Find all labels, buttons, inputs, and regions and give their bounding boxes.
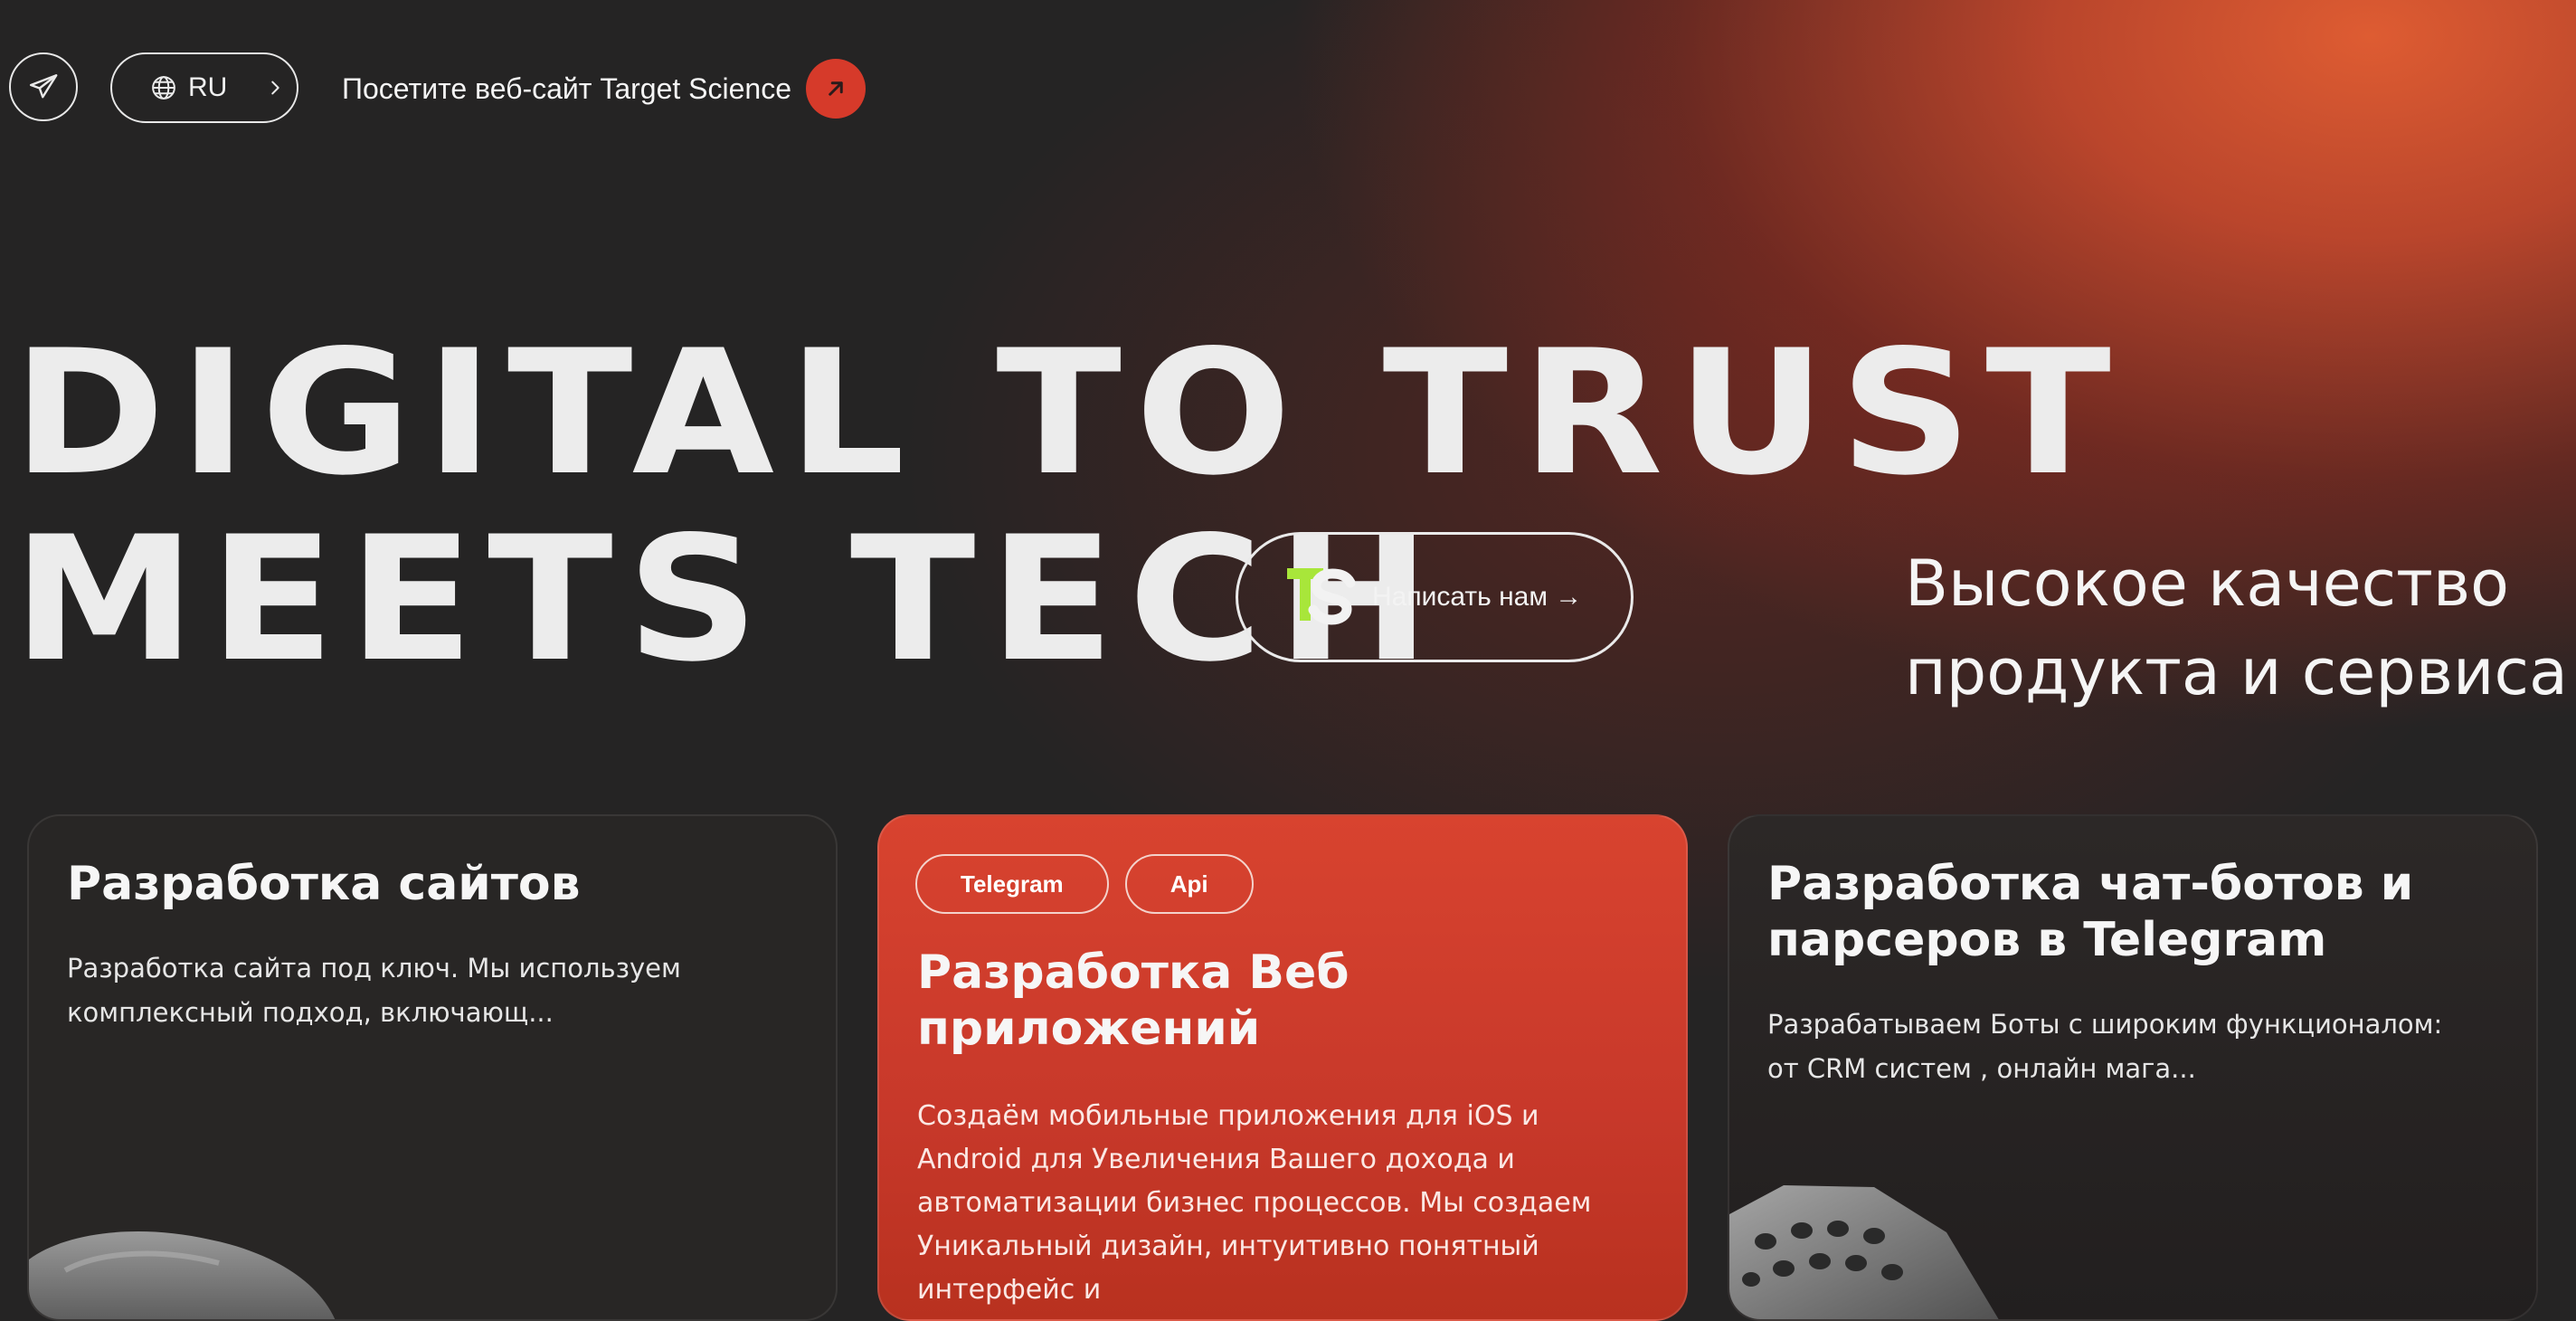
telegram-button[interactable] [9,52,78,121]
hero-headline-line-2: MEETS TECH [13,499,1444,699]
contact-button-label: Написать нам → [1372,582,1583,612]
visit-target-science-link[interactable]: Посетите веб-сайт Target Science [342,58,866,119]
tagline-line-1: Высокое качество [1905,546,2509,621]
arrow-up-right-icon[interactable] [806,59,866,119]
card-description: Разрабатываем Боты с широким функционало… [1767,1009,2443,1084]
service-card-web-apps[interactable]: Telegram Api Разработка Веб приложений С… [877,814,1688,1321]
card-title: Разработка чат-ботов и парсеров в Telegr… [1767,857,2414,967]
language-code: RU [188,72,228,102]
tag-api[interactable]: Api [1124,854,1254,914]
card-description: Создаём мобильные приложения для iOS и A… [917,1100,1592,1306]
hero-tagline: Высокое качество продукта и сервиса [1905,539,2568,717]
card-title: Разработка Веб приложений [917,946,1350,1056]
3d-decorative-shape [1729,1185,1999,1319]
globe-icon [152,76,175,100]
card-title: Разработка сайтов [67,857,581,911]
hero-headline-line-1: DIGITAL TO TRUST [13,313,2125,513]
card-description: Разработка сайта под ключ. Мы используем… [67,953,681,1028]
card-tags: Telegram Api [915,854,1254,914]
language-selector[interactable]: RU [110,52,298,123]
service-card-websites[interactable]: Разработка сайтов Разработка сайта под к… [27,814,838,1321]
ts-logo-icon [1287,563,1359,632]
service-card-telegram-bots[interactable]: Разработка чат-ботов и парсеров в Telegr… [1728,814,2538,1321]
chevron-right-icon [265,78,285,98]
telegram-plane-icon [30,74,58,99]
visit-link-label: Посетите веб-сайт Target Science [342,71,791,105]
tag-telegram[interactable]: Telegram [915,854,1109,914]
tagline-line-2: продукта и сервиса [1905,635,2568,709]
3d-decorative-shape [29,1231,336,1319]
contact-us-button[interactable]: Написать нам → [1236,532,1634,662]
